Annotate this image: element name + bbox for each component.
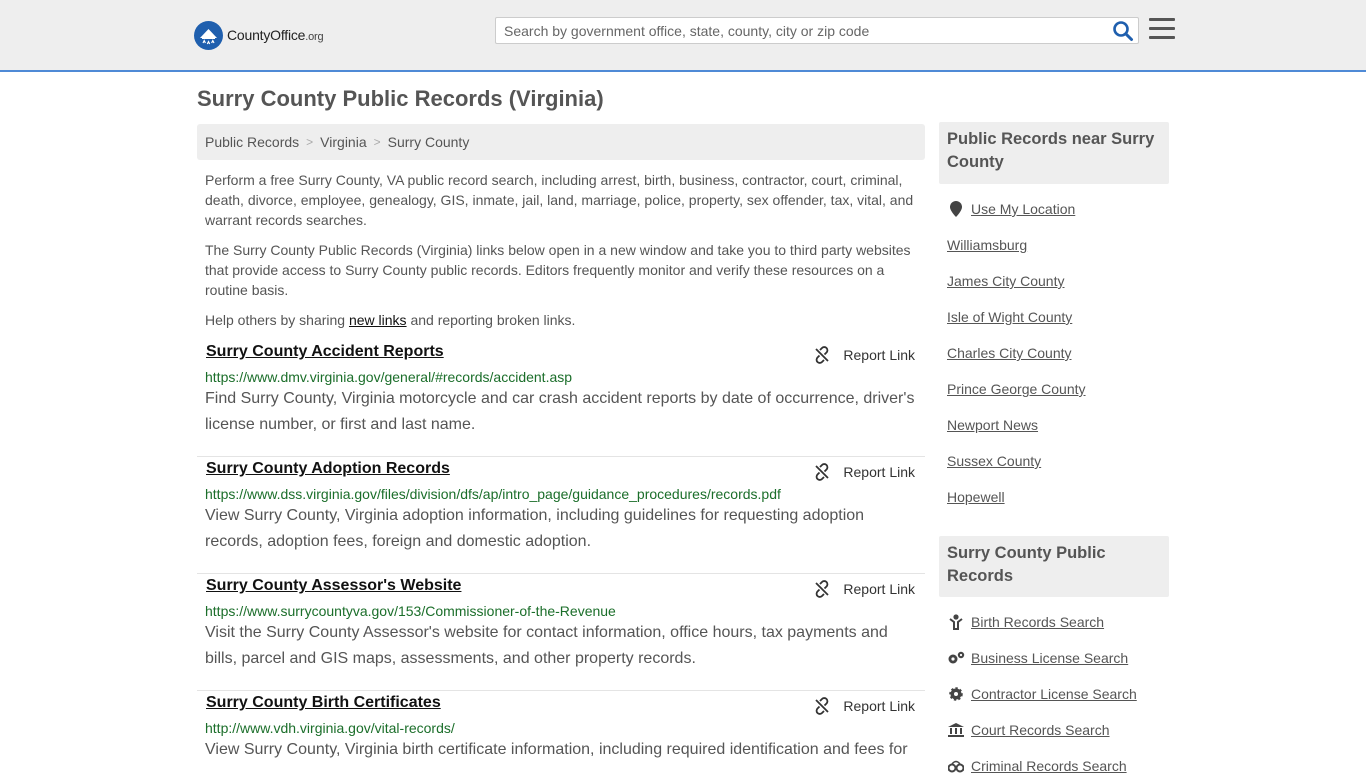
use-my-location-link[interactable]: Use My Location xyxy=(971,201,1075,217)
logo-text-main: CountyOffice xyxy=(227,27,306,43)
intro-paragraph-3: Help others by sharing new links and rep… xyxy=(205,310,920,330)
sidebar-record-item[interactable]: Business License Search xyxy=(947,650,1128,666)
top-header: CountyOffice.org xyxy=(0,0,1366,72)
record-item: Surry County Birth Certificates Report L… xyxy=(197,691,925,768)
nearby-link-hopewell[interactable]: Hopewell xyxy=(947,489,1005,505)
record-description: Find Surry County, Virginia motorcycle a… xyxy=(205,390,915,433)
sidebar-record-item[interactable]: Court Records Search xyxy=(947,722,1110,738)
record-url: http://www.vdh.virginia.gov/vital-record… xyxy=(205,720,455,736)
gears-icon xyxy=(947,650,965,666)
report-link-label: Report Link xyxy=(843,464,915,480)
logo-text: CountyOffice.org xyxy=(227,27,324,43)
record-description: Visit the Surry County Assessor's websit… xyxy=(205,624,888,667)
county-records-heading: Surry County Public Records xyxy=(939,536,1169,597)
sidebar-record-item[interactable]: Contractor License Search xyxy=(947,686,1137,702)
sidebar-record-item[interactable]: Birth Records Search xyxy=(947,614,1104,630)
breadcrumb-separator-icon: > xyxy=(373,135,381,149)
record-url: https://www.dss.virginia.gov/files/divis… xyxy=(205,486,781,502)
intro-report-text: and reporting broken links. xyxy=(406,312,576,328)
nearby-link-sussex-county[interactable]: Sussex County xyxy=(947,453,1041,469)
hamburger-menu-icon[interactable] xyxy=(1149,18,1175,42)
record-description: View Surry County, Virginia adoption inf… xyxy=(205,507,865,550)
new-links-link[interactable]: new links xyxy=(349,312,407,328)
nearby-records-heading: Public Records near Surry County xyxy=(939,122,1169,184)
report-link-label: Report Link xyxy=(843,347,915,363)
record-url: https://www.dmv.virginia.gov/general/#re… xyxy=(205,369,573,385)
record-item: Surry County Adoption Records Report Lin… xyxy=(197,457,925,574)
broken-link-icon xyxy=(815,346,830,364)
broken-link-icon xyxy=(815,580,830,598)
search-button[interactable] xyxy=(1112,20,1134,42)
nearby-link-prince-george-county[interactable]: Prince George County xyxy=(947,381,1086,397)
logo-text-org: .org xyxy=(305,31,324,43)
report-link-label: Report Link xyxy=(843,581,915,597)
breadcrumb-virginia[interactable]: Virginia xyxy=(320,134,366,150)
nearby-link-newport-news[interactable]: Newport News xyxy=(947,417,1038,433)
record-item: Surry County Assessor's Website Report L… xyxy=(197,574,925,691)
report-link-button[interactable]: Report Link xyxy=(813,463,915,481)
search-input[interactable] xyxy=(496,18,1104,43)
sidebar-record-item[interactable]: Criminal Records Search xyxy=(947,758,1127,774)
baby-icon xyxy=(947,614,965,630)
logo-badge-icon xyxy=(194,20,223,50)
court-records-search-link[interactable]: Court Records Search xyxy=(971,722,1110,738)
broken-link-icon xyxy=(815,463,830,481)
search-icon xyxy=(1113,21,1133,41)
nearby-link-isle-of-wight-county[interactable]: Isle of Wight County xyxy=(947,309,1072,325)
record-title-link[interactable]: Surry County Birth Certificates xyxy=(206,694,441,712)
handcuffs-icon xyxy=(947,758,965,774)
report-link-button[interactable]: Report Link xyxy=(813,580,915,598)
report-link-button[interactable]: Report Link xyxy=(813,697,915,715)
intro-paragraph-1: Perform a free Surry County, VA public r… xyxy=(205,172,914,228)
use-my-location-item[interactable]: Use My Location xyxy=(947,201,1075,217)
nearby-link-charles-city-county[interactable]: Charles City County xyxy=(947,345,1072,361)
criminal-records-search-link[interactable]: Criminal Records Search xyxy=(971,758,1127,774)
breadcrumb: Public Records > Virginia > Surry County xyxy=(197,124,925,160)
site-logo[interactable]: CountyOffice.org xyxy=(194,20,324,50)
record-title-link[interactable]: Surry County Adoption Records xyxy=(206,460,450,478)
nearby-link-williamsburg[interactable]: Williamsburg xyxy=(947,237,1027,253)
report-link-label: Report Link xyxy=(843,698,915,714)
breadcrumb-surry-county[interactable]: Surry County xyxy=(388,134,470,150)
report-link-button[interactable]: Report Link xyxy=(813,346,915,364)
broken-link-icon xyxy=(815,697,830,715)
record-title-link[interactable]: Surry County Accident Reports xyxy=(206,343,444,361)
gear-icon xyxy=(947,686,965,702)
record-url: https://www.surrycountyva.gov/153/Commis… xyxy=(205,603,616,619)
birth-records-search-link[interactable]: Birth Records Search xyxy=(971,614,1104,630)
search-bar xyxy=(495,17,1139,44)
breadcrumb-public-records[interactable]: Public Records xyxy=(205,134,299,150)
location-pin-icon xyxy=(947,201,965,217)
intro-share-text: Help others by sharing xyxy=(205,312,349,328)
breadcrumb-separator-icon: > xyxy=(306,135,314,149)
nearby-link-james-city-county[interactable]: James City County xyxy=(947,273,1064,289)
intro-paragraph-2: The Surry County Public Records (Virgini… xyxy=(205,242,911,298)
record-title-link[interactable]: Surry County Assessor's Website xyxy=(206,577,461,595)
record-item: Surry County Accident Reports Report Lin… xyxy=(197,340,925,457)
business-license-search-link[interactable]: Business License Search xyxy=(971,650,1128,666)
page-title: Surry County Public Records (Virginia) xyxy=(197,86,604,111)
courthouse-icon xyxy=(947,722,965,738)
contractor-license-search-link[interactable]: Contractor License Search xyxy=(971,686,1137,702)
record-description: View Surry County, Virginia birth certif… xyxy=(205,741,908,758)
